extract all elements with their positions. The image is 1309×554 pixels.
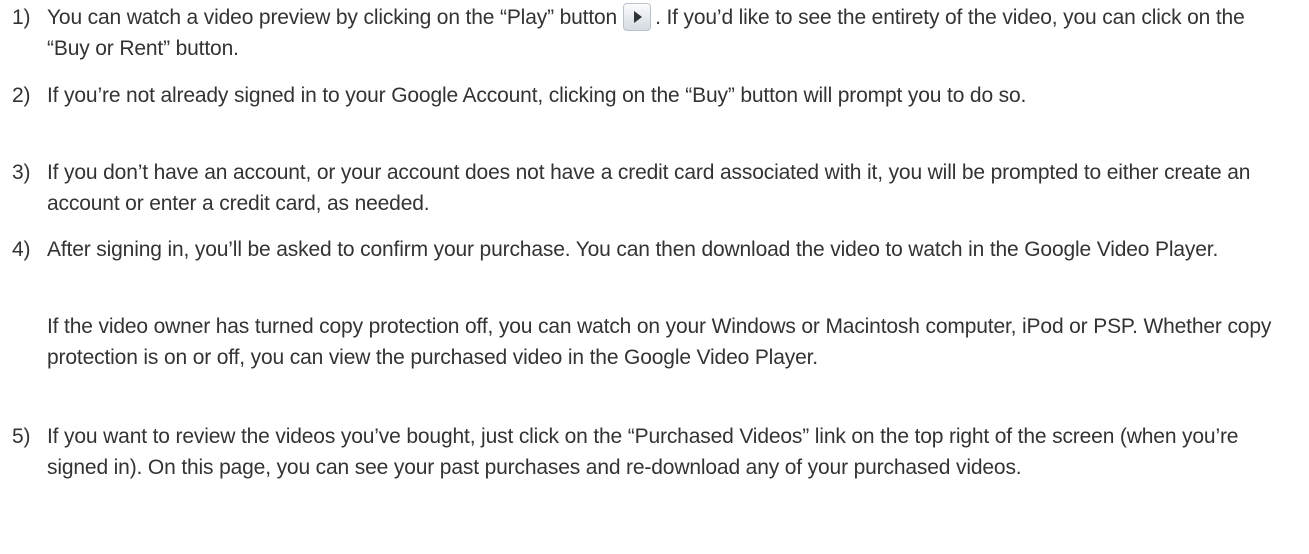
step-5: 5) If you want to review the videos you’… — [12, 421, 1302, 483]
step-3: 3) If you don’t have an account, or your… — [12, 157, 1302, 219]
step-1: 1) You can watch a video preview by clic… — [12, 2, 1302, 64]
step-number: 5) — [12, 425, 31, 448]
step-text-part: You can watch a video preview by clickin… — [47, 6, 618, 29]
step-text: You can watch a video preview by clickin… — [47, 2, 1292, 64]
step-number: 2) — [12, 84, 31, 107]
step-number: 1) — [12, 6, 31, 29]
step-text: If you want to review the videos you’ve … — [47, 425, 1239, 479]
step-text: If you’re not already signed in to your … — [47, 84, 1027, 107]
step-4-note: If the video owner has turned copy prote… — [47, 315, 1272, 369]
play-icon — [623, 3, 652, 31]
step-number: 4) — [12, 238, 31, 261]
step-text: If you don’t have an account, or your ac… — [47, 161, 1251, 215]
step-4: 4) After signing in, you’ll be asked to … — [12, 234, 1302, 265]
step-2: 2) If you’re not already signed in to yo… — [12, 80, 1302, 111]
step-number: 3) — [12, 161, 31, 184]
step-text: After signing in, you’ll be asked to con… — [47, 238, 1219, 261]
instructions-document: 1) You can watch a video preview by clic… — [0, 0, 1309, 554]
